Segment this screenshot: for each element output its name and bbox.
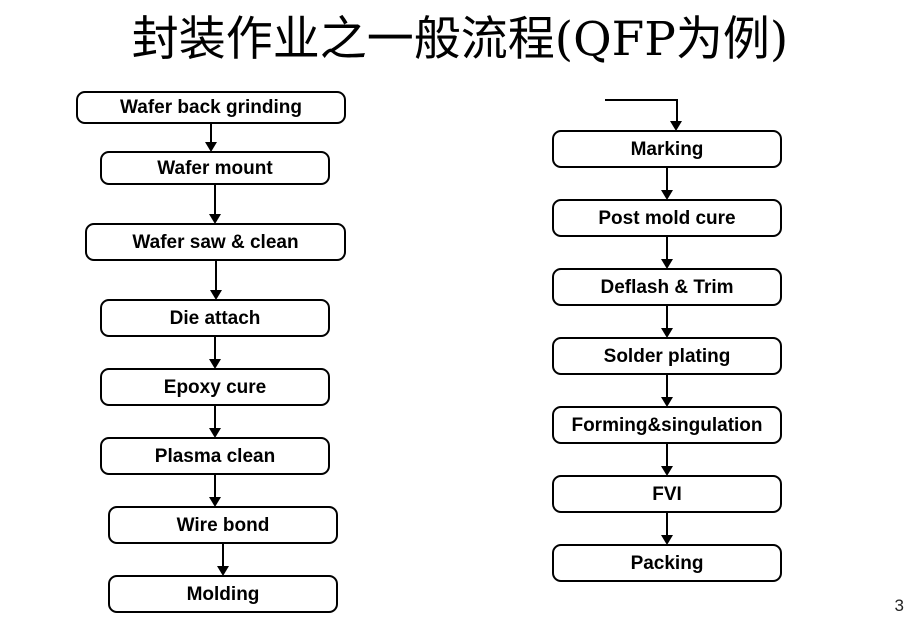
flow-step-solder-plating[interactable]: Solder plating (552, 337, 782, 375)
arrow-shaft (666, 237, 668, 260)
flow-step-label: Wafer saw & clean (132, 231, 299, 253)
arrow-shaft (214, 475, 216, 498)
arrow-shaft (214, 406, 216, 429)
flow-step-label: Wafer mount (157, 157, 273, 179)
flow-step-label: Wafer back grinding (120, 97, 302, 118)
flow-step-label: Molding (186, 583, 260, 605)
slide-canvas: 封装作业之一般流程(QFP为例) Wafer back grinding Wafe… (0, 0, 920, 644)
arrow-shaft (222, 544, 224, 567)
flow-step-label: Forming&singulation (571, 414, 763, 436)
flow-step-label: Deflash & Trim (600, 276, 734, 298)
arrow-shaft (666, 513, 668, 536)
flow-step-die-attach[interactable]: Die attach (100, 299, 330, 337)
arrow-shaft (210, 124, 212, 143)
flow-step-label: Marking (630, 138, 704, 160)
flow-step-wafer-saw-and-clean[interactable]: Wafer saw & clean (85, 223, 346, 261)
arrow-shaft (666, 444, 668, 467)
arrow-shaft (214, 337, 216, 360)
flow-step-label: Die attach (169, 307, 261, 329)
flow-step-packing[interactable]: Packing (552, 544, 782, 582)
flow-step-label: Packing (630, 552, 704, 574)
arrow-shaft (214, 185, 216, 215)
flow-step-post-mold-cure[interactable]: Post mold cure (552, 199, 782, 237)
entry-connector-arrow-head (670, 121, 682, 131)
flow-step-label: Wire bond (176, 514, 270, 536)
arrow-shaft (666, 306, 668, 329)
flow-step-label: Post mold cure (598, 207, 736, 229)
flow-step-marking[interactable]: Marking (552, 130, 782, 168)
flow-step-formingandsingulation[interactable]: Forming&singulation (552, 406, 782, 444)
flow-step-deflash-and-trim[interactable]: Deflash & Trim (552, 268, 782, 306)
page-number: 3 (894, 596, 904, 615)
flow-step-label: Solder plating (603, 345, 731, 367)
arrow-shaft (215, 261, 217, 291)
entry-connector-horizontal-segment (605, 99, 677, 101)
flow-step-plasma-clean[interactable]: Plasma clean (100, 437, 330, 475)
flow-step-label: FVI (652, 483, 682, 505)
flow-step-label: Epoxy cure (163, 376, 267, 398)
flow-step-wafer-mount[interactable]: Wafer mount (100, 151, 330, 185)
flow-step-label: Plasma clean (154, 445, 276, 467)
arrow-shaft (666, 375, 668, 398)
arrow-shaft (666, 168, 668, 191)
flow-step-wire-bond[interactable]: Wire bond (108, 506, 338, 544)
flow-step-wafer-back-grinding[interactable]: Wafer back grinding (76, 91, 346, 124)
flow-step-fvi[interactable]: FVI (552, 475, 782, 513)
flow-step-molding[interactable]: Molding (108, 575, 338, 613)
entry-connector-vertical-segment (676, 99, 678, 122)
flow-step-epoxy-cure[interactable]: Epoxy cure (100, 368, 330, 406)
page-title: 封装作业之一般流程(QFP为例) (131, 12, 789, 67)
